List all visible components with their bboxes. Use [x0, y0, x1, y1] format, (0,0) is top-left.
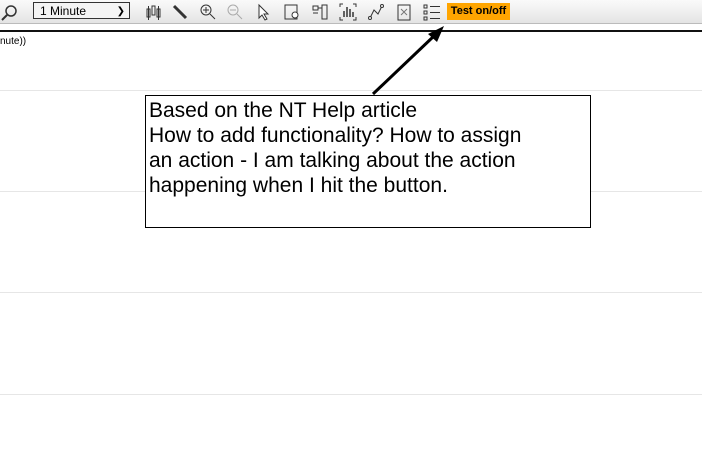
- annotation-arrow: [371, 26, 444, 96]
- callout-line: Based on the NT Help article: [149, 99, 418, 122]
- callout-line: happening when I hit the button.: [149, 174, 448, 197]
- callout-line: How to add functionality? How to assign: [149, 124, 522, 147]
- callout-line: an action - I am talking about the actio…: [149, 149, 516, 172]
- annotation-callout: Based on the NT Help article How to add …: [145, 95, 591, 228]
